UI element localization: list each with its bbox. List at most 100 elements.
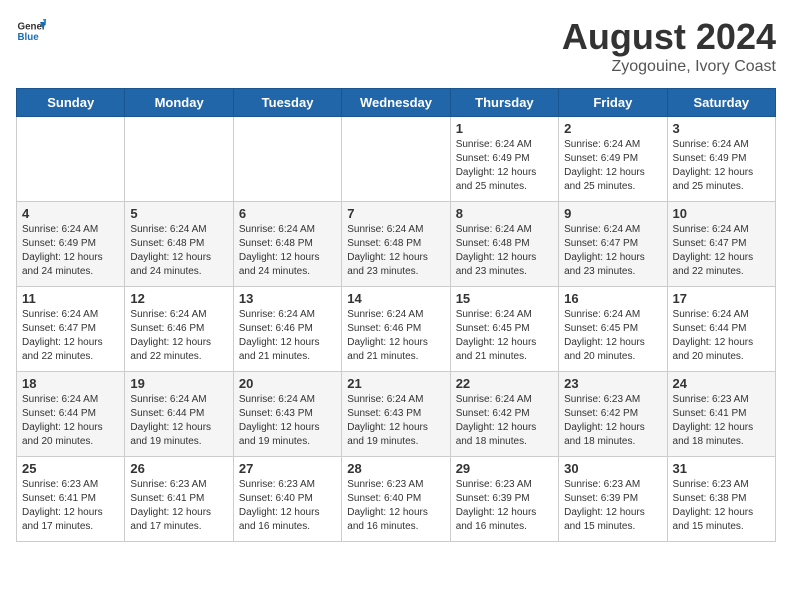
day-detail: Sunrise: 6:24 AM Sunset: 6:45 PM Dayligh… xyxy=(564,308,661,364)
logo: General Blue xyxy=(16,16,46,46)
day-number: 6 xyxy=(239,206,336,221)
day-number: 13 xyxy=(239,291,336,306)
day-detail: Sunrise: 6:24 AM Sunset: 6:47 PM Dayligh… xyxy=(22,308,119,364)
day-detail: Sunrise: 6:23 AM Sunset: 6:40 PM Dayligh… xyxy=(239,478,336,534)
day-detail: Sunrise: 6:24 AM Sunset: 6:46 PM Dayligh… xyxy=(239,308,336,364)
calendar-cell: 29 Sunrise: 6:23 AM Sunset: 6:39 PM Dayli… xyxy=(450,457,558,542)
day-number: 9 xyxy=(564,206,661,221)
calendar-cell: 20 Sunrise: 6:24 AM Sunset: 6:43 PM Dayli… xyxy=(233,372,341,457)
calendar-cell: 2 Sunrise: 6:24 AM Sunset: 6:49 PM Daylig… xyxy=(559,117,667,202)
day-detail: Sunrise: 6:24 AM Sunset: 6:49 PM Dayligh… xyxy=(673,138,770,194)
calendar-cell: 7Sunrise: 6:24 AM Sunset: 6:48 PM Daylig… xyxy=(342,202,450,287)
calendar-cell: 28 Sunrise: 6:23 AM Sunset: 6:40 PM Dayli… xyxy=(342,457,450,542)
day-detail: Sunrise: 6:24 AM Sunset: 6:43 PM Dayligh… xyxy=(347,393,444,449)
calendar-cell: 30 Sunrise: 6:23 AM Sunset: 6:39 PM Dayli… xyxy=(559,457,667,542)
header: General Blue August 2024 Zyogouine, Ivor… xyxy=(16,16,776,76)
logo-icon: General Blue xyxy=(16,16,46,46)
calendar-cell: 26Sunrise: 6:23 AM Sunset: 6:41 PM Dayli… xyxy=(125,457,233,542)
day-detail: Sunrise: 6:23 AM Sunset: 6:39 PM Dayligh… xyxy=(456,478,553,534)
day-number: 14 xyxy=(347,291,444,306)
day-detail: Sunrise: 6:23 AM Sunset: 6:41 PM Dayligh… xyxy=(22,478,119,534)
day-number: 7 xyxy=(347,206,444,221)
calendar-cell: 18Sunrise: 6:24 AM Sunset: 6:44 PM Dayli… xyxy=(17,372,125,457)
day-detail: Sunrise: 6:23 AM Sunset: 6:39 PM Dayligh… xyxy=(564,478,661,534)
day-number: 19 xyxy=(130,376,227,391)
calendar-cell xyxy=(342,117,450,202)
calendar-cell xyxy=(233,117,341,202)
week-row-4: 18 Sunrise: 6:24 AM Sunset: 6:44 PM Dayli… xyxy=(17,372,776,457)
calendar-cell: 6 Sunrise: 6:24 AM Sunset: 6:48 PM Daylig… xyxy=(233,202,341,287)
day-number: 1 xyxy=(456,121,553,136)
calendar-table: SundayMondayTuesdayWednesdayThursdayFrid… xyxy=(16,88,776,542)
day-number: 22 xyxy=(456,376,553,391)
week-row-3: 11 Sunrise: 6:24 AM Sunset: 6:47 PM Dayli… xyxy=(17,287,776,372)
day-detail: Sunrise: 6:24 AM Sunset: 6:47 PM Dayligh… xyxy=(564,223,661,279)
day-detail: Sunrise: 6:24 AM Sunset: 6:46 PM Dayligh… xyxy=(130,308,227,364)
calendar-cell: 10Sunrise: 6:24 AM Sunset: 6:47 PM Dayli… xyxy=(667,202,775,287)
day-number: 17 xyxy=(673,291,770,306)
day-number: 15 xyxy=(456,291,553,306)
month-year-title: August 2024 xyxy=(562,16,776,58)
calendar-cell: 22 Sunrise: 6:24 AM Sunset: 6:42 PM Dayli… xyxy=(450,372,558,457)
day-detail: Sunrise: 6:24 AM Sunset: 6:45 PM Dayligh… xyxy=(456,308,553,364)
calendar-cell: 3 Sunrise: 6:24 AM Sunset: 6:49 PM Daylig… xyxy=(667,117,775,202)
title-section: August 2024 Zyogouine, Ivory Coast xyxy=(562,16,776,76)
day-number: 26 xyxy=(130,461,227,476)
calendar-cell: 21 Sunrise: 6:24 AM Sunset: 6:43 PM Dayli… xyxy=(342,372,450,457)
day-detail: Sunrise: 6:23 AM Sunset: 6:40 PM Dayligh… xyxy=(347,478,444,534)
calendar-cell: 8Sunrise: 6:24 AM Sunset: 6:48 PM Daylig… xyxy=(450,202,558,287)
day-detail: Sunrise: 6:23 AM Sunset: 6:42 PM Dayligh… xyxy=(564,393,661,449)
calendar-cell: 15 Sunrise: 6:24 AM Sunset: 6:45 PM Dayli… xyxy=(450,287,558,372)
calendar-cell: 19 Sunrise: 6:24 AM Sunset: 6:44 PM Dayli… xyxy=(125,372,233,457)
day-detail: Sunrise: 6:24 AM Sunset: 6:44 PM Dayligh… xyxy=(130,393,227,449)
svg-text:Blue: Blue xyxy=(18,32,40,43)
week-row-1: 1 Sunrise: 6:24 AM Sunset: 6:49 PM Daylig… xyxy=(17,117,776,202)
day-number: 18 xyxy=(22,376,119,391)
day-detail: Sunrise: 6:24 AM Sunset: 6:46 PM Dayligh… xyxy=(347,308,444,364)
day-detail: Sunrise: 6:24 AM Sunset: 6:44 PM Dayligh… xyxy=(673,308,770,364)
calendar-cell: 17 Sunrise: 6:24 AM Sunset: 6:44 PM Dayli… xyxy=(667,287,775,372)
location-subtitle: Zyogouine, Ivory Coast xyxy=(562,58,776,76)
weekday-header-friday: Friday xyxy=(559,89,667,117)
day-detail: Sunrise: 6:23 AM Sunset: 6:41 PM Dayligh… xyxy=(673,393,770,449)
day-detail: Sunrise: 6:24 AM Sunset: 6:49 PM Dayligh… xyxy=(564,138,661,194)
day-number: 20 xyxy=(239,376,336,391)
day-detail: Sunrise: 6:24 AM Sunset: 6:42 PM Dayligh… xyxy=(456,393,553,449)
day-number: 4 xyxy=(22,206,119,221)
calendar-cell: 11 Sunrise: 6:24 AM Sunset: 6:47 PM Dayli… xyxy=(17,287,125,372)
week-row-2: 4Sunrise: 6:24 AM Sunset: 6:49 PM Daylig… xyxy=(17,202,776,287)
calendar-cell: 25 Sunrise: 6:23 AM Sunset: 6:41 PM Dayli… xyxy=(17,457,125,542)
calendar-cell: 13 Sunrise: 6:24 AM Sunset: 6:46 PM Dayli… xyxy=(233,287,341,372)
day-number: 31 xyxy=(673,461,770,476)
day-detail: Sunrise: 6:24 AM Sunset: 6:48 PM Dayligh… xyxy=(456,223,553,279)
day-number: 21 xyxy=(347,376,444,391)
day-number: 29 xyxy=(456,461,553,476)
calendar-cell: 27 Sunrise: 6:23 AM Sunset: 6:40 PM Dayli… xyxy=(233,457,341,542)
day-number: 11 xyxy=(22,291,119,306)
calendar-cell: 5 Sunrise: 6:24 AM Sunset: 6:48 PM Daylig… xyxy=(125,202,233,287)
day-number: 2 xyxy=(564,121,661,136)
weekday-header-monday: Monday xyxy=(125,89,233,117)
calendar-cell: 1Sunrise: 6:24 AM Sunset: 6:49 PM Daylig… xyxy=(450,117,558,202)
day-number: 30 xyxy=(564,461,661,476)
calendar-cell: 23 Sunrise: 6:23 AM Sunset: 6:42 PM Dayli… xyxy=(559,372,667,457)
day-detail: Sunrise: 6:24 AM Sunset: 6:43 PM Dayligh… xyxy=(239,393,336,449)
day-detail: Sunrise: 6:24 AM Sunset: 6:47 PM Dayligh… xyxy=(673,223,770,279)
day-number: 3 xyxy=(673,121,770,136)
calendar-cell: 12 Sunrise: 6:24 AM Sunset: 6:46 PM Dayli… xyxy=(125,287,233,372)
weekday-header-thursday: Thursday xyxy=(450,89,558,117)
day-number: 23 xyxy=(564,376,661,391)
day-number: 28 xyxy=(347,461,444,476)
weekday-header-wednesday: Wednesday xyxy=(342,89,450,117)
day-detail: Sunrise: 6:24 AM Sunset: 6:48 PM Dayligh… xyxy=(239,223,336,279)
weekday-header-row: SundayMondayTuesdayWednesdayThursdayFrid… xyxy=(17,89,776,117)
day-number: 5 xyxy=(130,206,227,221)
calendar-cell: 4Sunrise: 6:24 AM Sunset: 6:49 PM Daylig… xyxy=(17,202,125,287)
day-number: 25 xyxy=(22,461,119,476)
day-number: 24 xyxy=(673,376,770,391)
calendar-cell xyxy=(17,117,125,202)
day-number: 12 xyxy=(130,291,227,306)
day-detail: Sunrise: 6:24 AM Sunset: 6:48 PM Dayligh… xyxy=(130,223,227,279)
day-number: 27 xyxy=(239,461,336,476)
weekday-header-saturday: Saturday xyxy=(667,89,775,117)
